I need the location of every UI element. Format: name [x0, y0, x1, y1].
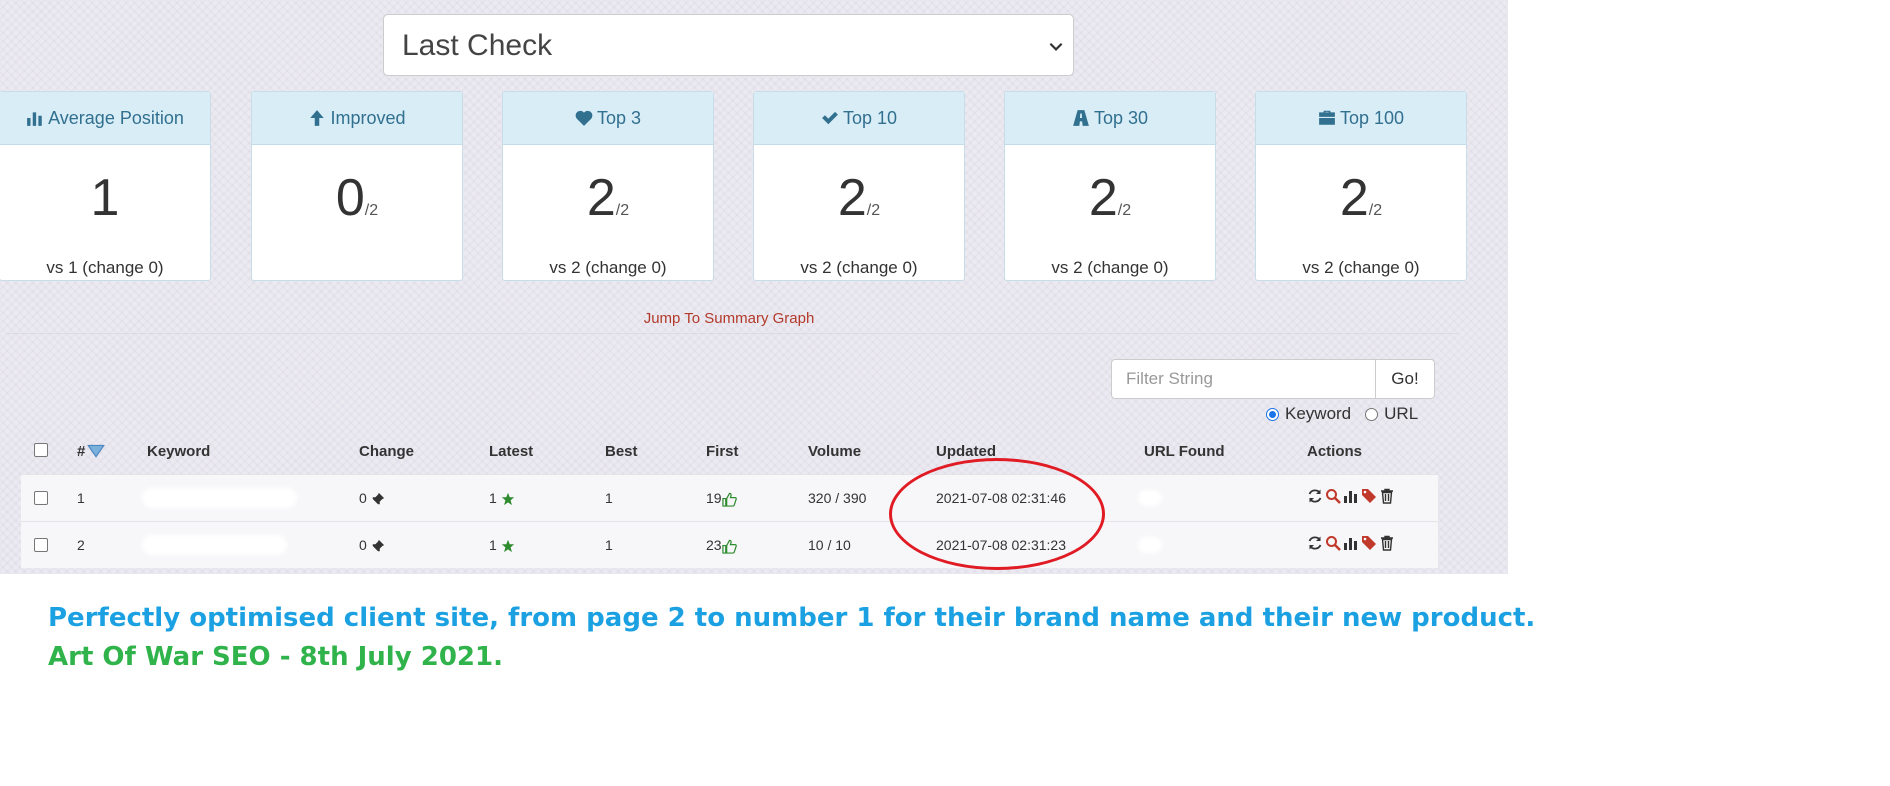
url-radio-label: URL	[1384, 404, 1419, 423]
star-icon	[501, 540, 514, 553]
card-header: Average Position	[0, 92, 210, 145]
sort-down-icon	[87, 444, 106, 458]
card-header: Top 10	[754, 92, 964, 145]
row-change: 0	[359, 490, 385, 506]
card-footer: vs 2 (change 0)	[1302, 258, 1420, 277]
column-keyword[interactable]: Keyword	[147, 443, 210, 460]
bar-chart-icon	[27, 112, 42, 126]
select-all-checkbox[interactable]	[34, 443, 48, 457]
go-button[interactable]: Go!	[1375, 359, 1435, 399]
row-number: 1	[77, 490, 85, 506]
keyword-radio[interactable]	[1266, 407, 1279, 421]
card-value: 2/2	[1088, 169, 1132, 227]
refresh-icon[interactable]	[1307, 535, 1323, 551]
row-first: 23	[706, 537, 737, 554]
card-top-3: Top 3 2/2 vs 2 (change 0)	[502, 91, 714, 281]
card-title: Top 30	[1093, 107, 1149, 128]
heart-icon	[575, 110, 593, 126]
column-url-found[interactable]: URL Found	[1144, 443, 1225, 460]
card-value: 0/2	[335, 169, 379, 227]
row-actions	[1307, 487, 1397, 505]
card-footer: vs 1 (change 0)	[46, 258, 164, 277]
card-header: Top 3	[503, 92, 713, 145]
card-footer: vs 2 (change 0)	[549, 258, 667, 277]
bar-chart-icon[interactable]	[1343, 488, 1359, 504]
tags-icon[interactable]	[1361, 535, 1377, 551]
check-icon	[822, 111, 838, 125]
card-top-100: Top 100 2/2 vs 2 (change 0)	[1255, 91, 1467, 281]
jump-to-summary-graph-link[interactable]: Jump To Summary Graph	[0, 310, 1458, 327]
row-latest: 1	[489, 537, 515, 553]
period-select[interactable]: Last Check	[383, 14, 1074, 76]
card-top-10: Top 10 2/2 vs 2 (change 0)	[753, 91, 965, 281]
card-improved: Improved 0/2	[251, 91, 463, 281]
road-icon	[1073, 110, 1089, 126]
thumbs-up-icon	[721, 539, 737, 554]
search-icon[interactable]	[1325, 488, 1341, 505]
card-value: 2/2	[1339, 169, 1383, 227]
card-average-position: Average Position 1 vs 1 (change 0)	[0, 91, 211, 281]
pin-icon	[371, 493, 384, 506]
column-volume[interactable]: Volume	[808, 443, 861, 460]
row-checkbox[interactable]	[34, 538, 48, 552]
filter-mode: Keyword URL	[1266, 404, 1418, 424]
card-footer: vs 2 (change 0)	[800, 258, 918, 277]
column-latest[interactable]: Latest	[489, 443, 533, 460]
row-best: 1	[605, 490, 613, 506]
period-select-value: Last Check	[402, 29, 553, 62]
column-change[interactable]: Change	[359, 443, 414, 460]
url-radio[interactable]	[1365, 407, 1379, 421]
card-title: Top 10	[842, 107, 898, 128]
trash-icon[interactable]	[1379, 535, 1395, 551]
divider	[6, 333, 1458, 334]
card-value: 2/2	[586, 169, 630, 227]
card-header: Top 100	[1256, 92, 1466, 145]
card-value: 2/2	[837, 169, 881, 227]
redacted-url	[1138, 490, 1162, 506]
card-title: Improved	[330, 107, 406, 128]
card-header: Top 30	[1005, 92, 1215, 145]
row-checkbox[interactable]	[34, 491, 48, 505]
card-title: Top 3	[596, 107, 642, 128]
redacted-keyword	[142, 488, 297, 508]
caption-line-1: Perfectly optimised client site, from pa…	[48, 603, 1536, 633]
refresh-icon[interactable]	[1307, 488, 1323, 504]
card-value: 1	[90, 169, 120, 227]
row-actions	[1307, 534, 1397, 552]
row-volume: 10 / 10	[808, 537, 851, 553]
pin-icon	[371, 540, 384, 553]
thumbs-up-icon	[721, 492, 737, 507]
row-latest: 1	[489, 490, 515, 506]
column-actions: Actions	[1307, 443, 1363, 460]
card-top-30: Top 30 2/2 vs 2 (change 0)	[1004, 91, 1216, 281]
trash-icon[interactable]	[1379, 488, 1395, 504]
card-title: Top 100	[1339, 107, 1405, 128]
keyword-radio-label: Keyword	[1285, 404, 1352, 423]
redacted-keyword	[142, 535, 287, 555]
column-number[interactable]: #	[77, 443, 106, 460]
star-icon	[501, 493, 514, 506]
column-first[interactable]: First	[706, 443, 739, 460]
row-change: 0	[359, 537, 385, 553]
arrow-up-icon	[310, 110, 325, 126]
highlight-circle	[889, 458, 1105, 570]
card-footer: vs 2 (change 0)	[1051, 258, 1169, 277]
briefcase-icon	[1319, 110, 1335, 125]
tags-icon[interactable]	[1361, 488, 1377, 504]
column-best[interactable]: Best	[605, 443, 638, 460]
search-icon[interactable]	[1325, 535, 1341, 552]
filter-input[interactable]	[1111, 359, 1376, 399]
row-number: 2	[77, 537, 85, 553]
rank-tracker-app: Last Check Average Position 1 vs 1 (chan…	[0, 0, 1508, 574]
row-volume: 320 / 390	[808, 490, 867, 506]
card-header: Improved	[252, 92, 462, 145]
redacted-url	[1138, 537, 1162, 553]
card-title: Average Position	[48, 107, 184, 128]
caption-line-2: Art Of War SEO - 8th July 2021.	[48, 642, 503, 672]
chevron-down-icon	[1049, 42, 1063, 51]
row-best: 1	[605, 537, 613, 553]
row-first: 19	[706, 490, 737, 507]
bar-chart-icon[interactable]	[1343, 535, 1359, 551]
